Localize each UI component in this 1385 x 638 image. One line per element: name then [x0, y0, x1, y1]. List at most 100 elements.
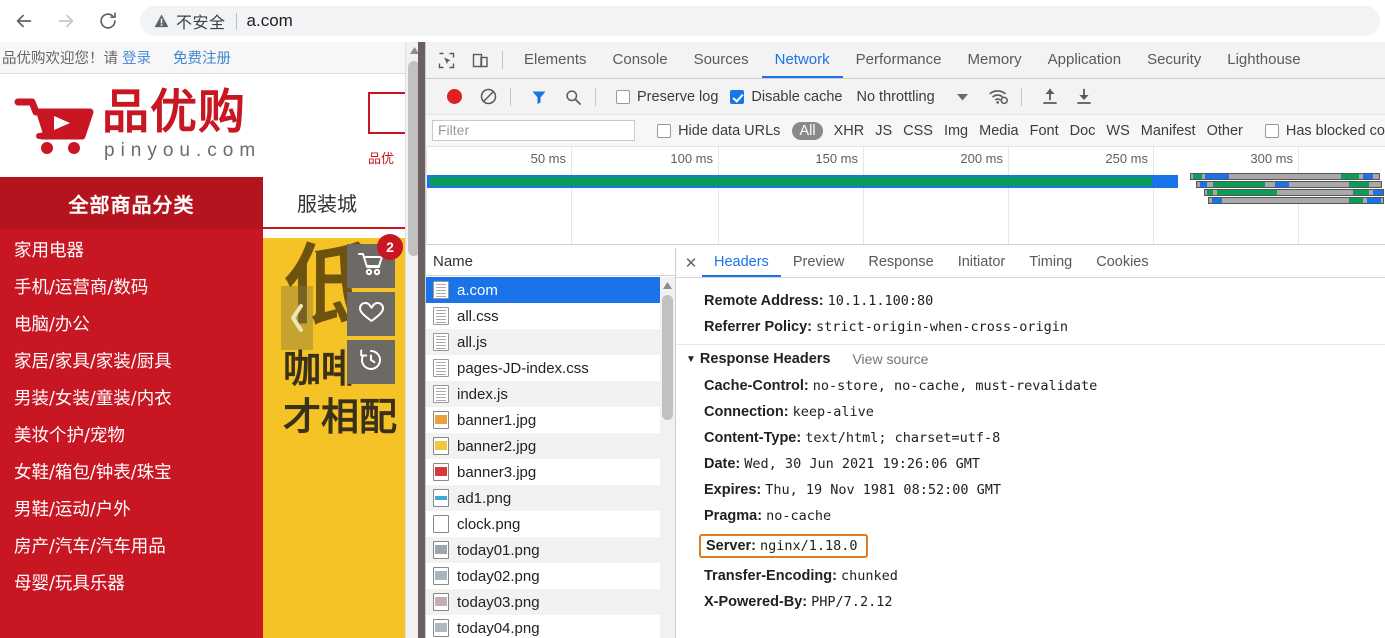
search-hotword[interactable]: 品优	[368, 148, 394, 167]
table-row[interactable]: today02.png	[426, 563, 675, 589]
site-logo[interactable]: 品优购 pinyou.com	[14, 89, 261, 162]
category-item-1[interactable]: 手机/运营商/数码	[0, 270, 263, 307]
server-header-highlight: Server: nginx/1.18.0	[699, 534, 868, 558]
request-column-header[interactable]: Name	[426, 248, 675, 276]
table-row[interactable]: today03.png	[426, 589, 675, 615]
nav-item-0[interactable]: 服装城	[297, 188, 357, 217]
preserve-log-box[interactable]	[616, 89, 630, 104]
category-item-7[interactable]: 男鞋/运动/户外	[0, 492, 263, 529]
table-row[interactable]: all.css	[426, 303, 675, 329]
filter-type-manifest[interactable]: Manifest	[1141, 123, 1196, 139]
category-item-9[interactable]: 母婴/玩具乐器	[0, 566, 263, 603]
table-row[interactable]: all.js	[426, 329, 675, 355]
detail-tab-initiator[interactable]: Initiator	[946, 248, 1018, 277]
all-categories-button[interactable]: 全部商品分类	[0, 177, 263, 229]
inspect-element-icon[interactable]	[432, 46, 460, 74]
filter-type-ws[interactable]: WS	[1106, 123, 1129, 139]
table-row[interactable]: a.com	[426, 277, 675, 303]
detail-tab-cookies[interactable]: Cookies	[1084, 248, 1160, 277]
filter-type-xhr[interactable]: XHR	[834, 123, 865, 139]
scroll-up-icon[interactable]	[660, 277, 675, 293]
table-row[interactable]: banner2.jpg	[426, 433, 675, 459]
reload-button[interactable]	[90, 3, 126, 39]
category-item-5[interactable]: 美妆个护/宠物	[0, 418, 263, 455]
filter-type-other[interactable]: Other	[1207, 123, 1243, 139]
disable-cache-box[interactable]	[730, 89, 745, 104]
has-blocked-cookies-box[interactable]	[1264, 123, 1279, 138]
back-button[interactable]	[6, 3, 42, 39]
forward-button[interactable]	[48, 3, 84, 39]
throttling-select[interactable]: No throttling	[856, 89, 934, 105]
table-row[interactable]: banner3.jpg	[426, 459, 675, 485]
search-icon[interactable]	[559, 83, 587, 111]
table-row[interactable]: clock.png	[426, 511, 675, 537]
tab-network[interactable]: Network	[762, 42, 843, 78]
table-row[interactable]: ad1.png	[426, 485, 675, 511]
tab-elements[interactable]: Elements	[511, 42, 600, 78]
import-har-icon[interactable]	[1036, 83, 1064, 111]
request-name: today01.png	[457, 541, 540, 559]
tab-sources[interactable]: Sources	[681, 42, 762, 78]
request-list-scrollbar[interactable]	[660, 277, 675, 638]
filter-type-img[interactable]: Img	[944, 123, 968, 139]
detail-tab-timing[interactable]: Timing	[1017, 248, 1084, 277]
table-row[interactable]: today04.png	[426, 615, 675, 638]
hide-data-urls-checkbox[interactable]: Hide data URLs	[657, 123, 780, 139]
table-row[interactable]: today01.png	[426, 537, 675, 563]
has-blocked-cookies-checkbox[interactable]: Has blocked co	[1264, 123, 1385, 139]
tab-lighthouse[interactable]: Lighthouse	[1214, 42, 1313, 78]
headers-content[interactable]: Status Code: Remote Address: 10.1.1.100:…	[676, 278, 1385, 638]
network-overview[interactable]: 50 ms 100 ms 150 ms 200 ms 250 ms 300 ms	[426, 147, 1385, 245]
detail-tab-response[interactable]: Response	[856, 248, 945, 277]
request-scroll-thumb[interactable]	[662, 295, 673, 420]
tab-console[interactable]: Console	[600, 42, 681, 78]
register-link[interactable]: 免费注册	[173, 47, 231, 68]
hide-data-urls-box[interactable]	[657, 123, 672, 138]
table-row[interactable]: index.js	[426, 381, 675, 407]
device-toolbar-icon[interactable]	[466, 46, 494, 74]
filter-type-js[interactable]: JS	[875, 123, 892, 139]
search-input[interactable]	[368, 92, 405, 134]
clear-icon[interactable]	[474, 83, 502, 111]
preserve-log-checkbox[interactable]: Preserve log	[616, 89, 718, 105]
category-item-0[interactable]: 家用电器	[0, 233, 263, 270]
category-item-4[interactable]: 男装/女装/童装/内衣	[0, 381, 263, 418]
banner-prev-button[interactable]	[281, 286, 313, 350]
wifi-settings-icon[interactable]	[985, 83, 1013, 111]
tab-application[interactable]: Application	[1035, 42, 1134, 78]
chevron-down-icon[interactable]	[949, 83, 977, 111]
filter-type-all[interactable]: All	[792, 121, 823, 140]
detail-tab-headers[interactable]: Headers	[702, 248, 781, 277]
export-har-icon[interactable]	[1070, 83, 1098, 111]
record-button-icon[interactable]	[440, 83, 468, 111]
filter-funnel-icon[interactable]	[525, 83, 553, 111]
category-item-6[interactable]: 女鞋/箱包/钟表/珠宝	[0, 455, 263, 492]
tab-security[interactable]: Security	[1134, 42, 1214, 78]
filter-type-doc[interactable]: Doc	[1070, 123, 1096, 139]
devtools-split-handle[interactable]	[418, 42, 425, 638]
filter-type-media[interactable]: Media	[979, 123, 1019, 139]
table-row[interactable]: banner1.jpg	[426, 407, 675, 433]
site-nav: 全部商品分类 服装城	[0, 177, 405, 229]
view-source-link[interactable]: View source	[852, 351, 928, 367]
table-row[interactable]: pages-JD-index.css	[426, 355, 675, 381]
favorites-button[interactable]	[347, 292, 395, 336]
cart-button[interactable]: 2	[347, 234, 403, 288]
header-value: Wed, 30 Jun 2021 19:26:06 GMT	[744, 456, 980, 472]
close-icon[interactable]: ✕	[680, 254, 702, 272]
response-headers-section[interactable]: ▼ Response Headers View source	[676, 344, 1385, 373]
category-item-2[interactable]: 电脑/办公	[0, 307, 263, 344]
category-item-8[interactable]: 房产/汽车/汽车用品	[0, 529, 263, 566]
filter-type-font[interactable]: Font	[1030, 123, 1059, 139]
overview-main-bar	[427, 175, 1178, 188]
tab-performance[interactable]: Performance	[843, 42, 955, 78]
filter-input[interactable]: Filter	[432, 120, 636, 141]
history-button[interactable]	[347, 340, 395, 384]
filter-type-css[interactable]: CSS	[903, 123, 933, 139]
detail-tab-preview[interactable]: Preview	[781, 248, 857, 277]
login-link[interactable]: 登录	[122, 47, 151, 68]
address-bar[interactable]: 不安全 a.com	[140, 6, 1380, 36]
disable-cache-checkbox[interactable]: Disable cache	[730, 89, 842, 105]
tab-memory[interactable]: Memory	[955, 42, 1035, 78]
category-item-3[interactable]: 家居/家具/家装/厨具	[0, 344, 263, 381]
